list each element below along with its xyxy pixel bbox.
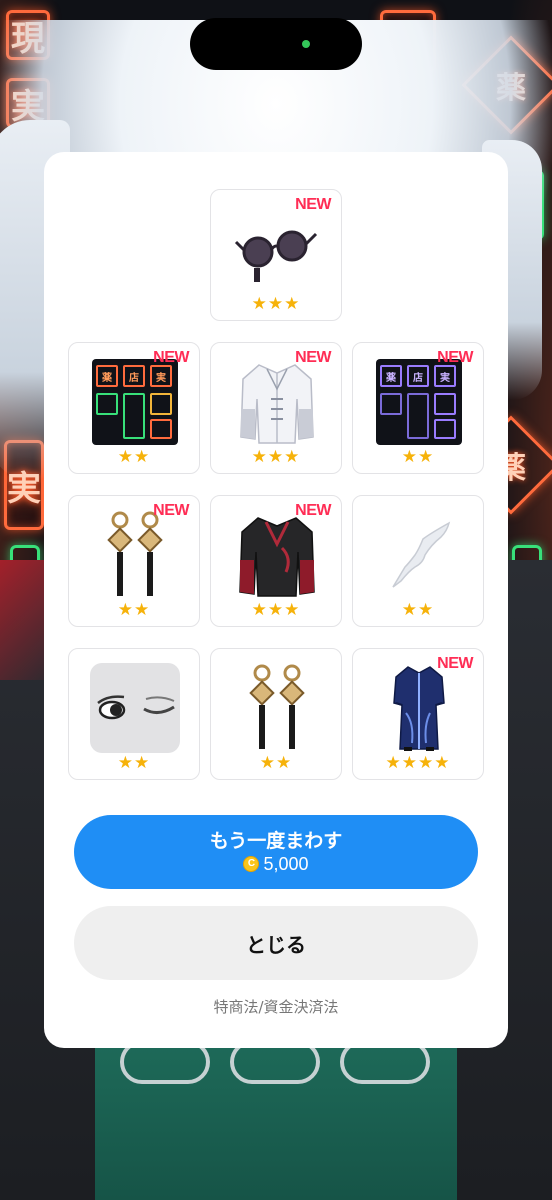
price-value: 5,000 [263,854,309,874]
new-badge: NEW [295,502,331,519]
item-card[interactable]: ★★ [210,648,342,780]
rarity-stars: ★★★ [251,447,301,467]
new-badge: NEW [437,349,473,366]
rarity-stars: ★★ [401,600,435,620]
tassel-earrings-icon [90,510,180,600]
dynamic-island [190,18,362,70]
camera-indicator-icon [302,40,310,48]
new-badge: NEW [295,196,331,213]
tassel-earrings-icon [232,663,322,753]
item-card[interactable]: NEW ★★★ [210,342,342,474]
item-card[interactable]: 薬 店 実 NEW ★★ [68,342,200,474]
rarity-stars: ★★ [117,600,151,620]
new-badge: NEW [295,349,331,366]
gacha-result-modal: NEW ★★★ 薬 店 実 NEW ★★ NEW ★★★ 薬 店 実 NEW ★… [44,152,508,1048]
item-card[interactable]: 薬 店 実 NEW ★★ [352,342,484,474]
close-button-label: とじる [246,932,306,957]
white-jacket-icon [232,357,322,447]
white-hair-strand-icon [374,510,464,600]
new-badge: NEW [153,502,189,519]
rarity-stars: ★★ [259,753,293,773]
wink-eyes-icon [90,663,180,753]
rarity-stars: ★★★ [251,294,301,314]
item-card[interactable]: NEW ★★★ [210,495,342,627]
new-badge: NEW [437,655,473,672]
rarity-stars: ★★★★ [385,753,451,773]
rarity-stars: ★★ [401,447,435,467]
rarity-stars: ★★★ [251,600,301,620]
spin-again-button[interactable]: もう一度まわす C 5,000 [74,815,478,889]
coin-icon: C [243,856,260,872]
rarity-stars: ★★ [117,447,151,467]
spin-again-price: C 5,000 [243,853,309,875]
spin-again-label: もう一度まわす [209,830,343,852]
legal-link[interactable]: 特商法/資金決済法 [44,996,508,1017]
item-card[interactable]: ★★ [68,648,200,780]
rarity-stars: ★★ [117,753,151,773]
item-card[interactable]: NEW ★★★ [210,189,342,321]
item-card[interactable]: ★★ [352,495,484,627]
blue-robe-icon [374,663,464,753]
sunglasses-icon [232,204,322,294]
neon-sign-orange-icon: 薬 店 実 [90,357,180,447]
new-badge: NEW [153,349,189,366]
black-red-jacket-icon [232,510,322,600]
neon-sign-purple-icon: 薬 店 実 [374,357,464,447]
item-card[interactable]: NEW ★★ [68,495,200,627]
close-button[interactable]: とじる [74,906,478,980]
item-card[interactable]: NEW ★★★★ [352,648,484,780]
